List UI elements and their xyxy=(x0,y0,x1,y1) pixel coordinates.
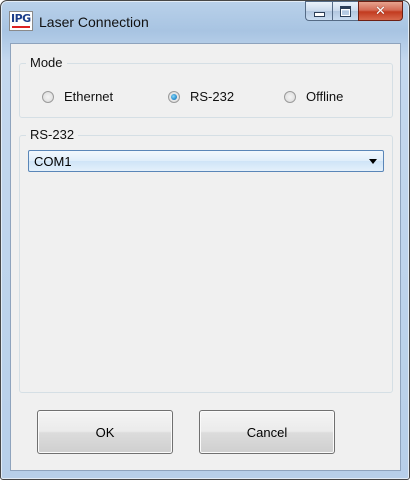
ok-button[interactable]: OK xyxy=(37,410,173,454)
window-title: Laser Connection xyxy=(39,14,149,30)
com-port-dropdown[interactable]: COM1 xyxy=(28,150,384,172)
radio-offline-label[interactable]: Offline xyxy=(306,89,343,104)
close-icon: ✕ xyxy=(375,3,386,19)
radio-checked-icon[interactable] xyxy=(168,90,180,103)
mode-group-label: Mode xyxy=(26,55,67,70)
rs232-groupbox: RS-232 COM1 xyxy=(19,127,393,393)
radio-unchecked-icon[interactable] xyxy=(42,90,54,103)
radio-ethernet-label[interactable]: Ethernet xyxy=(64,89,113,104)
dialog-client-area: Mode Ethernet RS-232 Offline RS-232 COM1… xyxy=(10,43,401,471)
caption-buttons: ✕ xyxy=(305,1,403,21)
logo-text: IPG xyxy=(11,12,31,25)
maximize-icon xyxy=(340,5,351,17)
title-bar[interactable]: IPG Laser Connection ✕ xyxy=(1,1,409,43)
rs232-group-label: RS-232 xyxy=(26,127,79,142)
radio-rs232[interactable]: RS-232 xyxy=(168,89,234,104)
radio-ethernet[interactable]: Ethernet xyxy=(42,89,113,104)
com-port-value: COM1 xyxy=(34,154,72,169)
minimize-button[interactable] xyxy=(305,1,332,21)
ipg-logo-icon: IPG xyxy=(9,11,33,31)
laser-connection-window: IPG Laser Connection ✕ Mode Ethernet RS-… xyxy=(0,0,410,480)
mode-groupbox: Mode Ethernet RS-232 Offline xyxy=(19,55,393,118)
radio-unchecked-icon[interactable] xyxy=(284,90,296,103)
close-button[interactable]: ✕ xyxy=(358,1,403,21)
radio-rs232-label[interactable]: RS-232 xyxy=(190,89,234,104)
minimize-icon xyxy=(313,11,325,17)
cancel-button[interactable]: Cancel xyxy=(199,410,335,454)
maximize-button[interactable] xyxy=(332,1,358,21)
radio-offline[interactable]: Offline xyxy=(284,89,343,104)
chevron-down-icon[interactable] xyxy=(369,159,377,164)
